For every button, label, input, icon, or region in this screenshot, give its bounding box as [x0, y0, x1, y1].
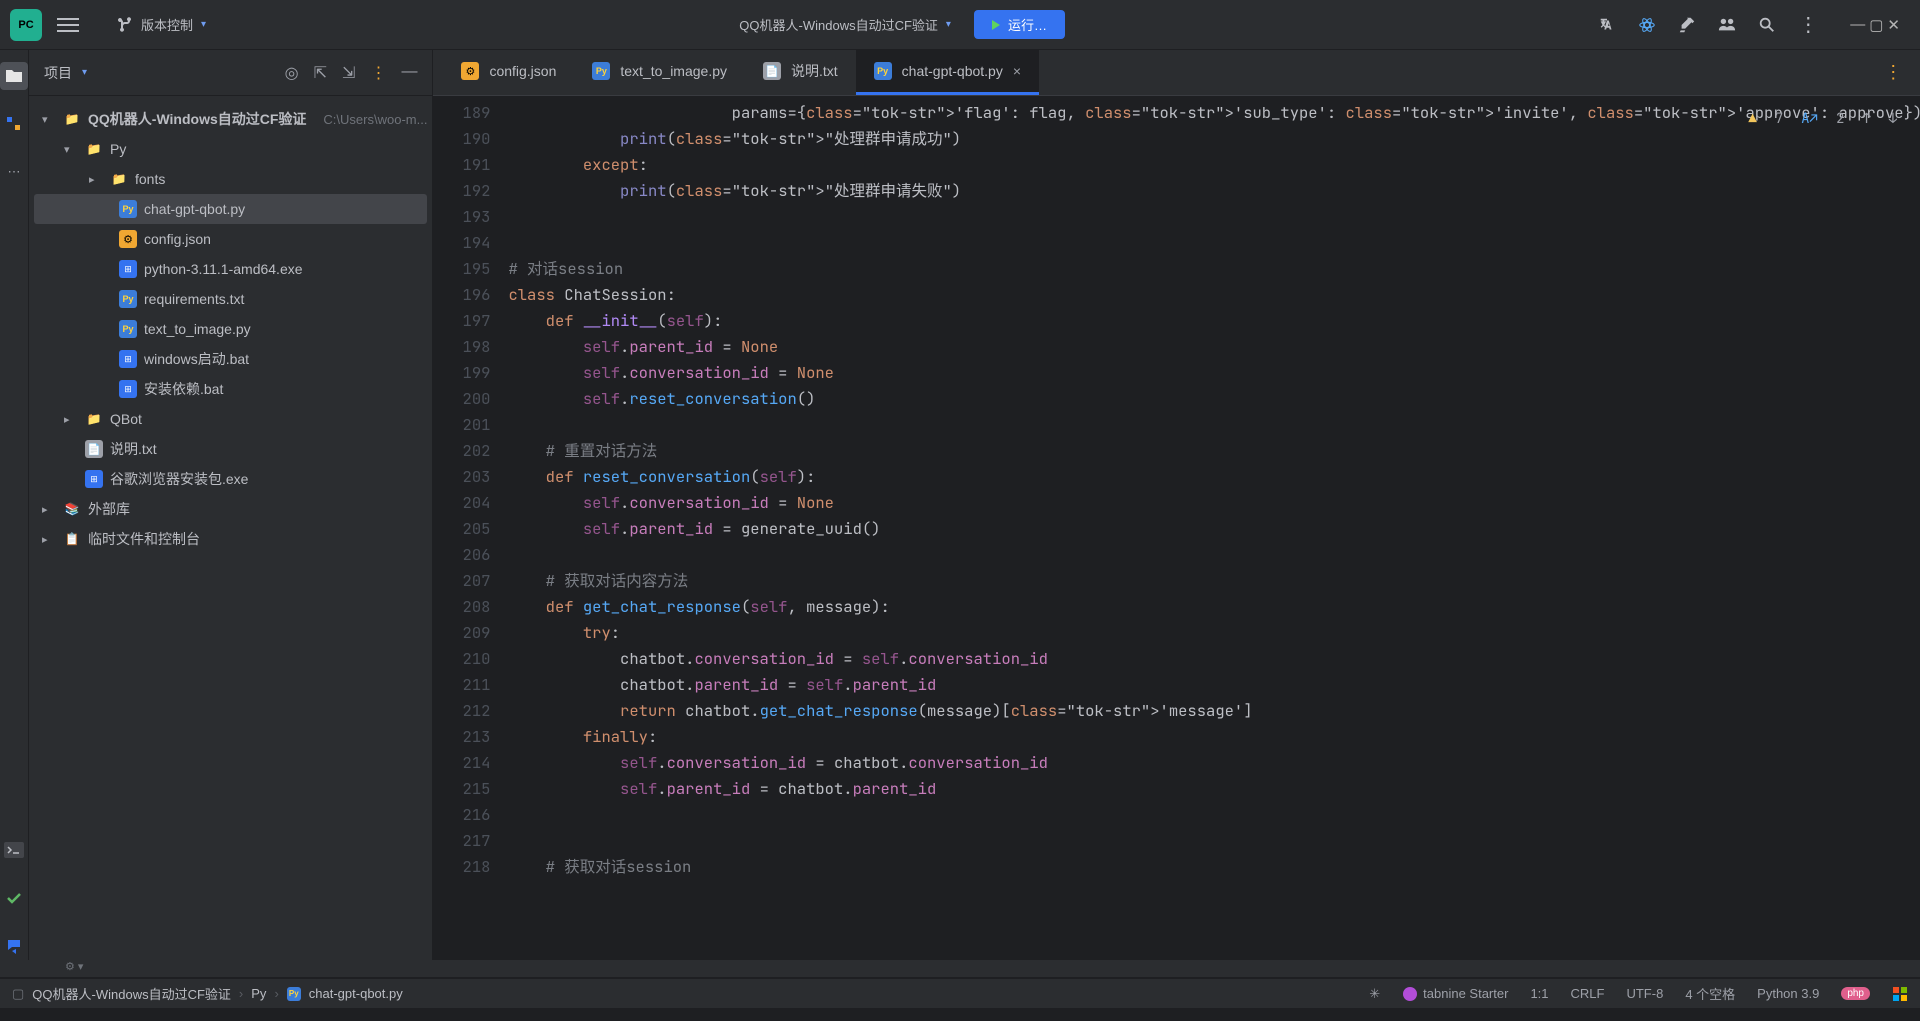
settings-small-icon[interactable]: ⚙ ▾ — [50, 960, 83, 977]
down-arrow-icon[interactable]: ↓ — [1889, 106, 1897, 132]
tree-file-install-bat[interactable]: ⊞安装依赖.bat — [34, 374, 427, 404]
chevron-down-icon: ▾ — [946, 19, 951, 30]
tree-folder-qbot[interactable]: ▸📁QBot — [34, 404, 427, 434]
tree-scratches[interactable]: ▸📋临时文件和控制台 — [34, 524, 427, 554]
tab-readme[interactable]: 📄说明.txt — [745, 50, 856, 95]
title-bar: PC 版本控制 ▾ QQ机器人-Windows自动过CF验证 ▾ 运行… ⋮ —… — [0, 0, 1920, 50]
options-icon[interactable]: ⋮ — [370, 63, 386, 83]
project-panel: 项目 ▾ ◎ ⇱ ⇲ ⋮ — ▾📁QQ机器人-Windows自动过CF验证C:\… — [29, 50, 433, 960]
close-tab-icon[interactable]: × — [1013, 63, 1021, 79]
code-with-me-icon[interactable] — [1638, 16, 1656, 34]
line-separator[interactable]: CRLF — [1571, 986, 1605, 1001]
tree-file-chrome[interactable]: ⊞谷歌浏览器安装包.exe — [34, 464, 427, 494]
hide-panel-icon[interactable]: — — [401, 63, 417, 83]
people-icon[interactable] — [1718, 16, 1736, 34]
search-icon[interactable] — [1758, 16, 1776, 34]
file-encoding[interactable]: UTF-8 — [1626, 986, 1663, 1001]
indent-setting[interactable]: 4 个空格 — [1685, 984, 1735, 1003]
tree-file-text-to-image[interactable]: Pytext_to_image.py — [34, 314, 427, 344]
hint-icon: A↗ — [1801, 106, 1818, 132]
code-content[interactable]: params={class="tok-str">'flag': flag, cl… — [508, 96, 1920, 960]
up-arrow-icon[interactable]: ↑ — [1862, 106, 1870, 132]
process-indicator-icon[interactable]: ✳ — [1369, 986, 1380, 1002]
tree-file-config[interactable]: ⚙config.json — [34, 224, 427, 254]
project-panel-title: 项目 — [44, 63, 72, 83]
settings-icon[interactable]: ⋮ — [1798, 12, 1818, 37]
tree-file-windows-bat[interactable]: ⊞windows启动.bat — [34, 344, 427, 374]
tree-folder-fonts[interactable]: ▸📁fonts — [34, 164, 427, 194]
tree-folder-py[interactable]: ▾📁Py — [34, 134, 427, 164]
windows-icon[interactable] — [1892, 986, 1908, 1002]
tab-menu-icon[interactable]: ⋮ — [1884, 62, 1902, 83]
more-tool-icon[interactable]: ⋯ — [0, 158, 28, 186]
expand-icon[interactable]: ⇱ — [314, 63, 327, 83]
main-content: ⋯ 项目 ▾ ◎ ⇱ ⇲ ⋮ — ▾📁QQ机器人-Windows自动过CF验证C… — [0, 50, 1920, 960]
tree-external-libs[interactable]: ▸📚外部库 — [34, 494, 427, 524]
editor-tabs: ⚙config.json Pytext_to_image.py 📄说明.txt … — [433, 50, 1920, 96]
tab-chat-gpt-qbot[interactable]: Pychat-gpt-qbot.py× — [856, 50, 1039, 95]
project-name-dropdown[interactable]: QQ机器人-Windows自动过CF验证 — [739, 15, 938, 34]
window-controls[interactable]: — ▢ ✕ — [1850, 16, 1900, 34]
python-interpreter[interactable]: Python 3.9 — [1757, 986, 1819, 1001]
vcs-dropdown[interactable]: 版本控制 ▾ — [117, 15, 206, 34]
file-tree: ▾📁QQ机器人-Windows自动过CF验证C:\Users\woo-m... … — [29, 96, 432, 562]
close-icon[interactable]: ✕ — [1887, 16, 1900, 34]
tree-file-python-exe[interactable]: ⊞python-3.11.1-amd64.exe — [34, 254, 427, 284]
chevron-down-icon[interactable]: ▾ — [82, 67, 87, 78]
branch-icon — [117, 17, 133, 33]
commit-tool-icon[interactable] — [0, 884, 28, 912]
tab-config[interactable]: ⚙config.json — [443, 50, 574, 95]
project-tool-icon[interactable] — [0, 62, 28, 90]
translate-icon[interactable] — [1598, 16, 1616, 34]
options-row: ⚙ ▾ — [0, 960, 1920, 978]
tabnine-widget[interactable]: tabnine Starter — [1402, 986, 1508, 1002]
terminal-tool-icon[interactable] — [0, 836, 28, 864]
php-badge-icon[interactable]: php — [1841, 987, 1870, 1000]
cursor-position[interactable]: 1:1 — [1530, 986, 1548, 1001]
editor: ⚙config.json Pytext_to_image.py 📄说明.txt … — [433, 50, 1920, 960]
tree-root[interactable]: ▾📁QQ机器人-Windows自动过CF验证C:\Users\woo-m... — [34, 104, 427, 134]
pycharm-logo-icon: PC — [10, 9, 42, 41]
status-bar: ▢ QQ机器人-Windows自动过CF验证› Py› Py chat-gpt-… — [0, 978, 1920, 1008]
run-button[interactable]: 运行… — [974, 10, 1065, 39]
minimize-icon[interactable]: — — [1850, 16, 1865, 34]
collapse-icon[interactable]: ⇲ — [342, 63, 355, 83]
maximize-icon[interactable]: ▢ — [1869, 16, 1883, 34]
git-tool-icon[interactable] — [0, 932, 28, 960]
line-gutter: 189 190 191 192 193 194 195 196 197 198 … — [433, 96, 508, 960]
structure-tool-icon[interactable] — [0, 110, 28, 138]
inspection-widget[interactable]: ▲7 A↗2 ↑ ↓ — [1748, 106, 1897, 132]
target-icon[interactable]: ◎ — [285, 63, 299, 83]
tree-file-requirements[interactable]: Pyrequirements.txt — [34, 284, 427, 314]
tab-text-to-image[interactable]: Pytext_to_image.py — [574, 50, 745, 95]
main-menu-button[interactable] — [57, 18, 87, 32]
warning-icon: ▲ — [1748, 106, 1756, 132]
breadcrumb[interactable]: ▢ QQ机器人-Windows自动过CF验证› Py› Py chat-gpt-… — [12, 984, 403, 1003]
code-editor[interactable]: ▲7 A↗2 ↑ ↓ 189 190 191 192 193 194 195 1… — [433, 96, 1920, 960]
tree-file-chatgpt[interactable]: Pychat-gpt-qbot.py — [34, 194, 427, 224]
tree-file-readme[interactable]: 📄说明.txt — [34, 434, 427, 464]
play-icon — [992, 20, 1000, 30]
left-tool-rail: ⋯ — [0, 50, 29, 960]
tools-icon[interactable] — [1678, 16, 1696, 34]
